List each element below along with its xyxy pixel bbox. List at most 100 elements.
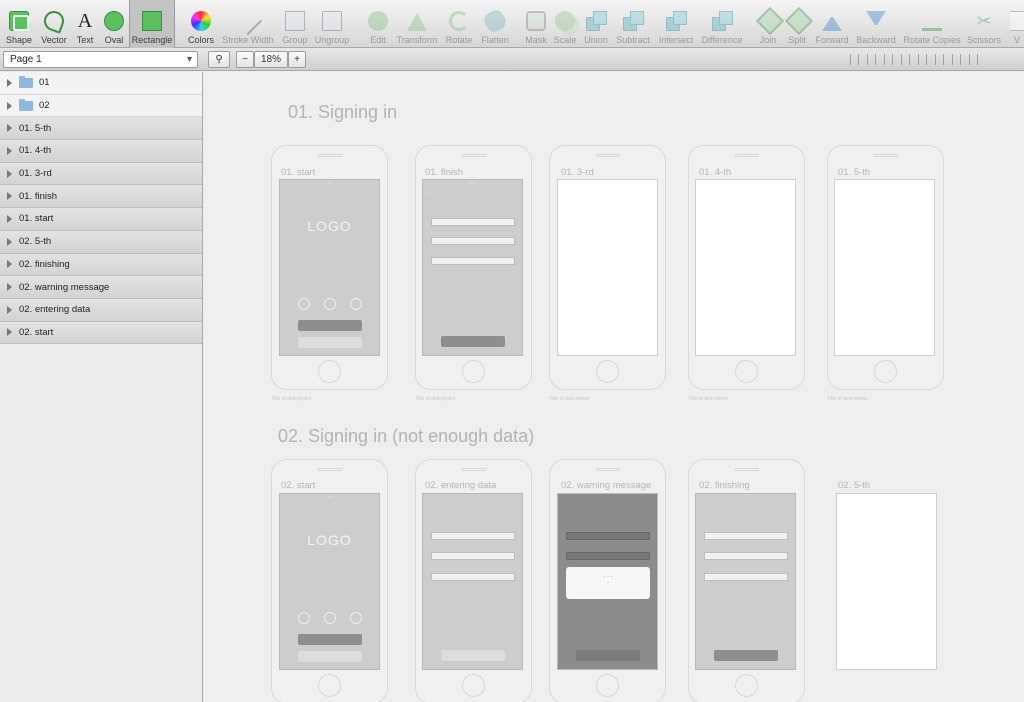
- artboard-label[interactable]: 02. finishing: [699, 480, 750, 491]
- vector-pen-icon: [41, 8, 67, 34]
- artboard-screen[interactable]: • • • • ‹ · · · ·: [422, 179, 523, 356]
- colors-label: Colors: [187, 35, 214, 45]
- rectangle-tool[interactable]: Rectangle: [129, 0, 175, 48]
- layer-artboard[interactable]: 02. 5-th: [0, 230, 202, 254]
- artboard-label[interactable]: 01. 4-th: [699, 167, 731, 178]
- artboard-screen[interactable]: · · · ·: [557, 493, 658, 670]
- disclosure-triangle-icon[interactable]: [7, 260, 12, 269]
- disclosure-triangle-icon[interactable]: [7, 214, 12, 223]
- rectangle-label: Rectangle: [131, 35, 173, 45]
- layer-artboard[interactable]: 02. finishing: [0, 253, 202, 277]
- disclosure-triangle-icon[interactable]: [7, 283, 12, 292]
- artboard-screen[interactable]: [834, 179, 935, 356]
- align-center-icon[interactable]: [884, 54, 893, 65]
- layer-artboard[interactable]: 02. warning message: [0, 276, 202, 299]
- social-icon: [298, 612, 310, 624]
- artboard-screen[interactable]: • • • • LOGO: [279, 179, 380, 356]
- disclosure-triangle-icon[interactable]: [7, 146, 12, 155]
- union-tool[interactable]: Union: [582, 0, 610, 48]
- design-canvas[interactable]: 01. Signing in 01. start 01. finish 01. …: [204, 72, 1024, 702]
- layer-folder-01[interactable]: 01: [0, 72, 202, 95]
- artboard-label[interactable]: 02. entering data: [425, 480, 496, 491]
- layer-label: 02. finishing: [19, 258, 70, 270]
- disclosure-triangle-icon[interactable]: [7, 169, 12, 178]
- view-tool[interactable]: V: [1010, 0, 1024, 48]
- layer-label: 01. 3-rd: [19, 168, 52, 180]
- join-tool[interactable]: Join: [755, 0, 784, 48]
- rotate-tool[interactable]: Rotate: [444, 0, 474, 48]
- flatten-tool[interactable]: Flatten: [479, 0, 511, 48]
- layer-artboard[interactable]: 02. entering data: [0, 298, 202, 322]
- layer-artboard[interactable]: 01. finish: [0, 185, 202, 209]
- group-tool[interactable]: Group: [281, 0, 309, 48]
- artboard-screen[interactable]: [557, 179, 658, 356]
- split-tool[interactable]: Split: [784, 0, 813, 48]
- artboard-label[interactable]: 01. start: [281, 167, 315, 178]
- colors-tool[interactable]: Colors: [186, 0, 216, 48]
- difference-tool[interactable]: Difference: [700, 0, 744, 48]
- layer-artboard[interactable]: 01. 5-th: [0, 117, 202, 141]
- align-top-icon[interactable]: [918, 54, 927, 65]
- scale-tool[interactable]: Scale: [552, 0, 578, 48]
- mask-tool[interactable]: Mask: [523, 0, 549, 48]
- ungroup-tool[interactable]: Ungroup: [313, 0, 351, 48]
- page-selector[interactable]: Page 1: [3, 51, 198, 68]
- artboard-label[interactable]: 02. 5-th: [838, 480, 870, 491]
- layer-artboard[interactable]: 01. 4-th: [0, 140, 202, 163]
- mock-input: [431, 552, 515, 560]
- transform-tool[interactable]: Transform: [395, 0, 439, 48]
- disclosure-triangle-icon[interactable]: [7, 192, 12, 201]
- artboard-label[interactable]: 01. 5-th: [838, 167, 870, 178]
- backward-tool[interactable]: Backward: [855, 0, 897, 48]
- disclosure-triangle-icon[interactable]: [7, 101, 12, 110]
- align-bottom-icon[interactable]: [952, 54, 961, 65]
- artboard-label[interactable]: 02. start: [281, 480, 315, 491]
- layer-label: 01. 4-th: [19, 145, 52, 157]
- disclosure-triangle-icon[interactable]: [7, 237, 12, 246]
- union-icon: [586, 11, 607, 31]
- disclosure-triangle-icon[interactable]: [7, 328, 12, 337]
- forward-icon: [822, 11, 842, 31]
- distribute-icon[interactable]: [850, 54, 859, 65]
- zoom-in-button[interactable]: +: [288, 51, 306, 68]
- rotate-copies-tool[interactable]: Rotate Copies: [903, 0, 961, 48]
- artboard-label[interactable]: 01. finish: [425, 167, 463, 178]
- artboard-label[interactable]: 02. warning message: [561, 480, 651, 491]
- layer-artboard[interactable]: 01. 3-rd: [0, 162, 202, 186]
- layer-artboard[interactable]: 01. start: [0, 208, 202, 231]
- artboard-screen[interactable]: [695, 179, 796, 356]
- join-label: Join: [759, 35, 777, 45]
- artboard-screen[interactable]: • • • • LOGO: [279, 493, 380, 670]
- disclosure-triangle-icon[interactable]: [7, 78, 12, 87]
- disclosure-triangle-icon[interactable]: [7, 305, 12, 314]
- artboard-screen[interactable]: · · ·: [422, 493, 523, 670]
- align-left-icon[interactable]: [867, 54, 876, 65]
- zoom-out-button[interactable]: −: [236, 51, 254, 68]
- forward-tool[interactable]: Forward: [814, 0, 850, 48]
- subtract-tool[interactable]: Subtract: [614, 0, 652, 48]
- vector-tool[interactable]: Vector: [38, 0, 70, 48]
- layer-artboard[interactable]: 02. start: [0, 321, 202, 345]
- scale-icon: [555, 11, 575, 31]
- oval-tool[interactable]: Oval: [101, 0, 127, 48]
- scissors-tool[interactable]: ✂ Scissors: [966, 0, 1002, 48]
- artboard-screen[interactable]: [836, 493, 937, 670]
- intersect-tool[interactable]: Intersect: [656, 0, 696, 48]
- layer-folder-02[interactable]: 02: [0, 94, 202, 118]
- edit-tool[interactable]: Edit: [366, 0, 390, 48]
- speaker-shape: [462, 154, 486, 157]
- align-right-icon[interactable]: [901, 54, 910, 65]
- artboard-screen[interactable]: · · ·: [695, 493, 796, 670]
- zoom-level[interactable]: 18%: [254, 51, 288, 68]
- artboard-caption: Title of description: [549, 396, 590, 402]
- mock-secondary-button: [441, 650, 505, 661]
- mock-input: [566, 552, 650, 560]
- artboard-label[interactable]: 01. 3-rd: [561, 167, 594, 178]
- text-tool[interactable]: A Text: [72, 0, 98, 48]
- align-middle-icon[interactable]: [935, 54, 944, 65]
- distribute-vertical-icon[interactable]: [969, 54, 978, 65]
- search-button[interactable]: ⚲: [208, 51, 230, 68]
- disclosure-triangle-icon[interactable]: [7, 124, 12, 133]
- stroke-width-tool[interactable]: Stroke Width: [221, 0, 275, 48]
- shape-tool[interactable]: Shape: [3, 0, 35, 48]
